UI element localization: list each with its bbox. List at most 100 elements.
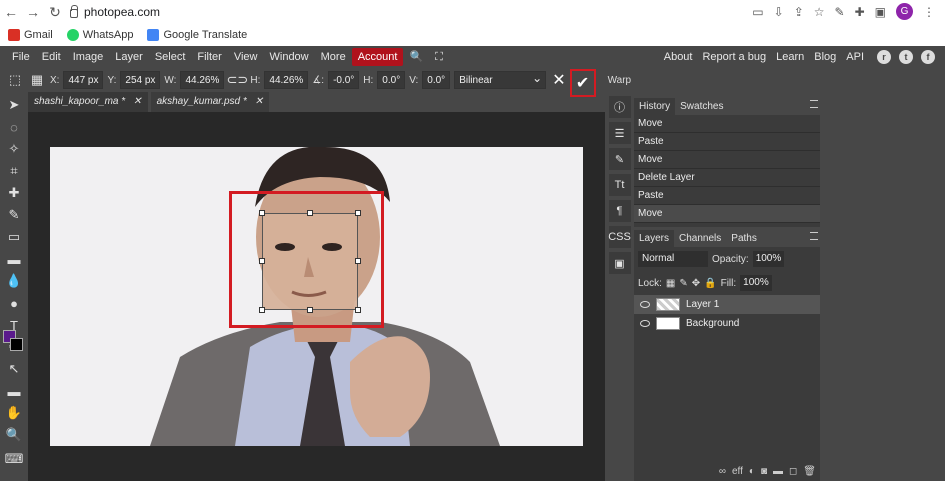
brush-settings-icon[interactable]: ✎	[608, 148, 631, 170]
transform-handle-b[interactable]	[307, 307, 313, 313]
tab-paths[interactable]: Paths	[726, 230, 762, 247]
y-input[interactable]: 254 px	[120, 71, 161, 89]
layer-row-layer-1[interactable]: Layer 1	[634, 295, 820, 314]
h-input[interactable]: 44.26%	[264, 71, 309, 89]
vskew-input[interactable]: 0.0°	[422, 71, 451, 89]
confirm-transform-button[interactable]: ✔	[569, 69, 596, 97]
eraser-tool-icon[interactable]: ▭	[5, 228, 23, 246]
menu-filter[interactable]: Filter	[191, 48, 227, 66]
trash-icon[interactable]: 🗑	[803, 466, 816, 477]
menu-file[interactable]: File	[6, 48, 36, 66]
lasso-tool-icon[interactable]: ◌	[5, 118, 23, 136]
link-layers-icon[interactable]: ∞	[719, 466, 726, 477]
hskew-input[interactable]: 0.0°	[377, 71, 406, 89]
transform-handle-tl[interactable]	[259, 210, 265, 216]
angle-input[interactable]: -0.0°	[328, 71, 360, 89]
history-row[interactable]: Move	[634, 205, 820, 223]
bookmark-whatsapp[interactable]: WhatsApp	[66, 29, 133, 41]
tab-akshay-kumar[interactable]: akshay_kumar.psd * ✕	[150, 92, 270, 112]
opacity-input[interactable]: 100%	[752, 251, 785, 267]
mask-icon[interactable]: ◙	[761, 466, 767, 477]
info-icon[interactable]: ⓘ	[608, 96, 631, 118]
menu-account[interactable]: Account	[351, 48, 404, 66]
share-icon[interactable]: ⇪	[794, 5, 804, 19]
transform-handle-br[interactable]	[355, 307, 361, 313]
zoom-tool-icon[interactable]: 🔍	[5, 426, 23, 444]
reload-icon[interactable]: ↻	[44, 1, 66, 23]
shape-tool-icon[interactable]: ▬	[5, 382, 23, 400]
cast-icon[interactable]: ▭	[752, 5, 763, 19]
avatar[interactable]: G	[896, 3, 913, 20]
visibility-eye-icon[interactable]	[640, 301, 650, 308]
pen-icon[interactable]: ✎	[835, 5, 845, 19]
bookmark-gmail[interactable]: Gmail	[8, 29, 53, 41]
layer-row-background[interactable]: Background	[634, 314, 820, 333]
history-row[interactable]: Move	[634, 115, 820, 133]
w-input[interactable]: 44.26%	[180, 71, 225, 89]
tab-layers[interactable]: Layers	[634, 230, 675, 247]
magic-wand-icon[interactable]: ✧	[5, 140, 23, 158]
tab-shashi-kapoor[interactable]: shashi_kapoor_ma * ✕	[28, 92, 148, 112]
twitter-icon[interactable]: t	[899, 50, 913, 64]
back-icon[interactable]: ←	[0, 1, 22, 23]
adjustments-icon[interactable]: ☰	[608, 122, 631, 144]
cancel-transform-icon[interactable]: ✕	[552, 70, 565, 90]
transform-handle-l[interactable]	[259, 258, 265, 264]
menu-window[interactable]: Window	[264, 48, 315, 66]
panel-menu-icon[interactable]	[810, 232, 818, 240]
panel-menu-icon[interactable]	[810, 100, 818, 108]
path-select-icon[interactable]: ↖	[5, 360, 23, 378]
search-icon[interactable]: 🔍	[403, 48, 429, 66]
healing-tool-icon[interactable]: ✚	[5, 184, 23, 202]
link-blog[interactable]: Blog	[809, 48, 841, 66]
new-layer-icon[interactable]: ◻	[789, 466, 797, 477]
menu-icon[interactable]: ⋮	[923, 5, 935, 19]
menu-edit[interactable]: Edit	[36, 48, 67, 66]
x-input[interactable]: 447 px	[63, 71, 104, 89]
tab-channels[interactable]: Channels	[674, 230, 726, 247]
folder-icon[interactable]: ▬	[773, 466, 783, 477]
transform-bounding-box[interactable]	[259, 210, 361, 313]
crop-tool-icon[interactable]: ⌗	[5, 162, 23, 180]
close-icon[interactable]: ✕	[133, 92, 141, 112]
fullscreen-icon[interactable]: ⛶	[429, 48, 449, 66]
fill-input[interactable]: 100%	[740, 275, 772, 291]
brush-tool-icon[interactable]: ✎	[5, 206, 23, 224]
link-learn[interactable]: Learn	[771, 48, 809, 66]
visibility-eye-icon[interactable]	[640, 320, 650, 327]
dodge-tool-icon[interactable]: ●	[5, 294, 23, 312]
transform-handle-tr[interactable]	[355, 210, 361, 216]
transform-handle-bl[interactable]	[259, 307, 265, 313]
blur-tool-icon[interactable]: 💧	[5, 272, 23, 290]
facebook-icon[interactable]: f	[921, 50, 935, 64]
link-api[interactable]: API	[841, 48, 869, 66]
history-row[interactable]: Paste	[634, 133, 820, 151]
interpolation-select[interactable]: Bilinear	[454, 69, 547, 89]
transform-handle-t[interactable]	[307, 210, 313, 216]
move-tool-icon[interactable]: ➤	[5, 96, 23, 114]
tab-history[interactable]: History	[634, 98, 676, 115]
link-icon[interactable]: ⊂⊃	[227, 71, 249, 89]
transform-handle-r[interactable]	[355, 258, 361, 264]
history-row[interactable]: Delete Layer	[634, 169, 820, 187]
close-icon[interactable]: ✕	[255, 92, 263, 112]
menu-layer[interactable]: Layer	[109, 48, 149, 66]
extensions-icon[interactable]: ✚	[855, 5, 865, 19]
download-icon[interactable]: ⇩	[774, 5, 784, 19]
menu-more[interactable]: More	[315, 48, 352, 66]
css-icon[interactable]: CSS	[608, 226, 631, 248]
tab-swatches[interactable]: Swatches	[675, 98, 728, 115]
lock-all-icon[interactable]: 🔒	[704, 278, 716, 289]
lock-move-icon[interactable]: ✥	[692, 278, 700, 289]
image-icon[interactable]: ▣	[608, 252, 631, 274]
star-icon[interactable]: ☆	[814, 5, 825, 19]
reddit-icon[interactable]: r	[877, 50, 891, 64]
menu-select[interactable]: Select	[149, 48, 192, 66]
warp-button[interactable]: Warp	[608, 75, 632, 86]
menu-view[interactable]: View	[228, 48, 264, 66]
hand-tool-icon[interactable]: ✋	[5, 404, 23, 422]
bookmark-google-translate[interactable]: Google Translate	[147, 29, 247, 41]
menu-image[interactable]: Image	[67, 48, 110, 66]
url-field[interactable]: photopea.com	[70, 5, 160, 19]
paragraph-icon[interactable]: ¶	[608, 200, 631, 222]
